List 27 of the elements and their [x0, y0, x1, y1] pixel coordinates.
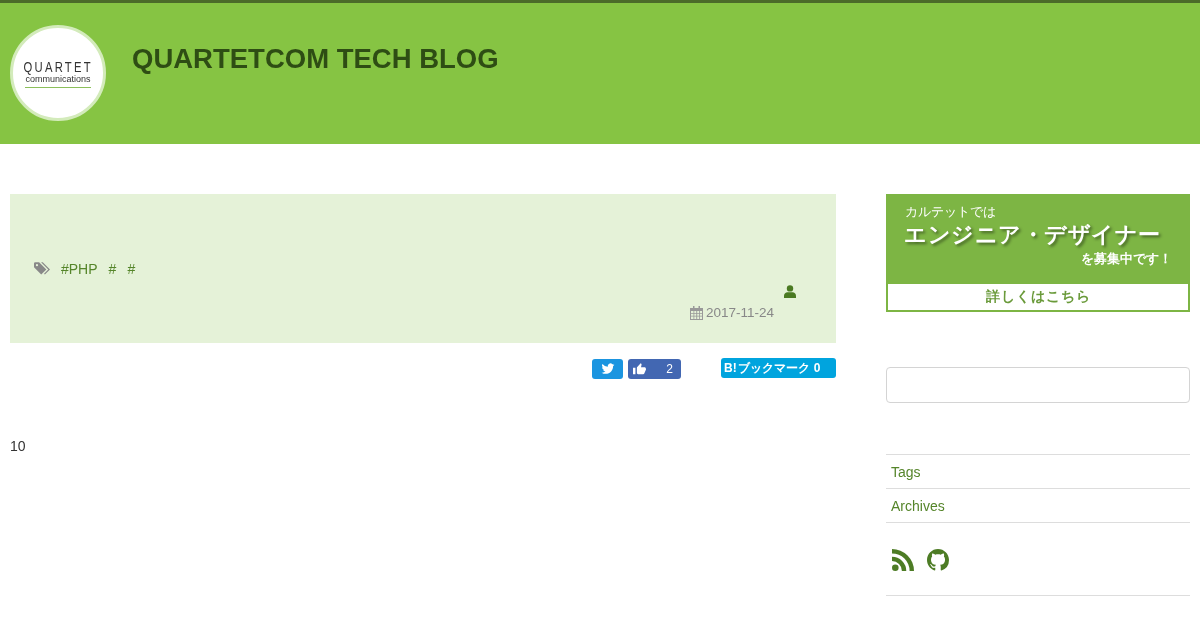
post-date: 2017-11-24 [705, 304, 774, 322]
tag-link[interactable]: # [108, 260, 117, 278]
tweet-button[interactable] [592, 359, 623, 379]
like-button[interactable]: 2 [628, 359, 681, 379]
tag-link[interactable]: #PHP [61, 260, 98, 278]
site-title[interactable]: QUARTETCOM TECH BLOG [132, 42, 499, 76]
tags-icon [34, 262, 51, 276]
logo[interactable]: QUARTET communications [10, 25, 106, 121]
recruit-banner[interactable]: カルテットでは エンジニア・デザイナー を募集中です！ 詳しくはこちら [886, 194, 1190, 312]
banner-text: カルテットでは [905, 203, 996, 220]
github-icon[interactable] [927, 549, 949, 571]
rss-icon[interactable] [892, 549, 914, 571]
banner-text: を募集中です！ [1081, 251, 1172, 268]
tag-link[interactable]: # [127, 260, 136, 278]
bookmark-button[interactable]: B!ブックマーク 0 [721, 358, 836, 378]
bird-icon [600, 363, 615, 375]
body-text: 10 [10, 437, 27, 455]
calendar-icon [689, 306, 703, 320]
sidebar-link[interactable]: Archives [891, 496, 945, 515]
sidebar-link[interactable]: Tags [891, 462, 921, 481]
search-field[interactable] [886, 367, 1190, 403]
thumbs-up-icon [633, 363, 646, 375]
logo-subline: communications [25, 73, 91, 88]
user-icon [784, 285, 796, 298]
details-link[interactable]: 詳しくはこちら [888, 284, 1188, 310]
logo-wordmark: QUARTET [23, 58, 93, 74]
banner-headline: エンジニア・デザイナー [904, 221, 1161, 249]
